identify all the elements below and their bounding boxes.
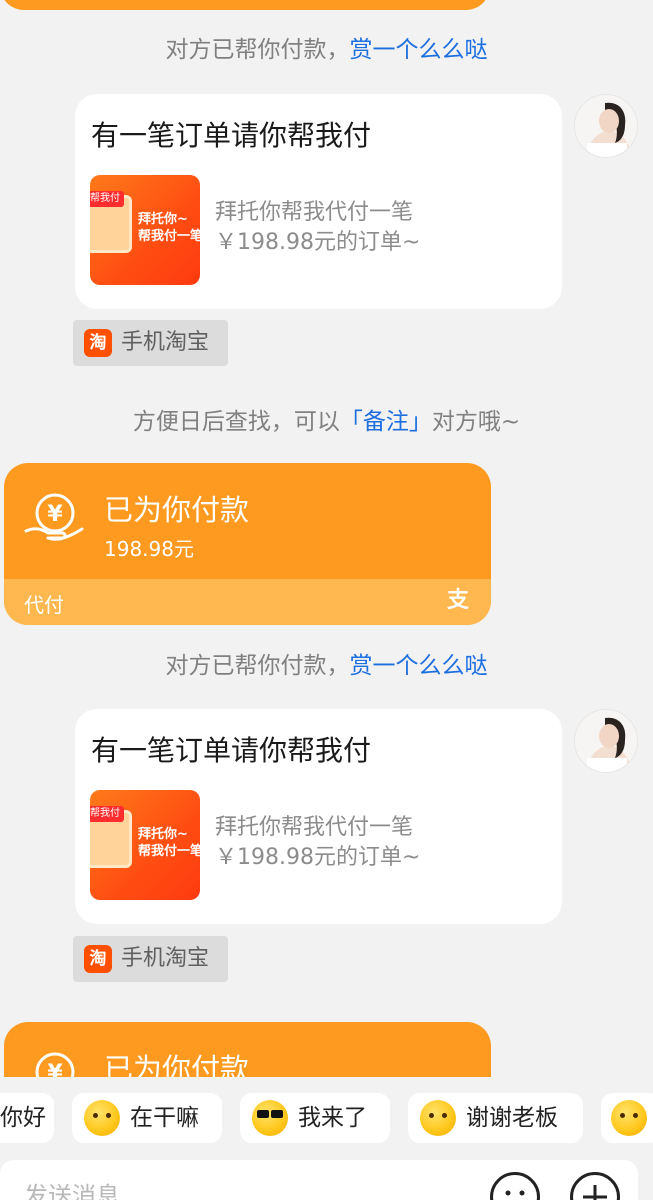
payment-notice-text: 对方已帮你付款， — [165, 653, 350, 679]
emoji-button[interactable] — [490, 1172, 540, 1200]
thanks-emoji-icon — [420, 1100, 456, 1136]
quick-reply-thanks[interactable]: 谢谢老板 — [408, 1093, 583, 1143]
thumb-line-1: 拜托你~ — [138, 827, 188, 842]
quick-reply-hello[interactable]: 你好 — [0, 1093, 54, 1143]
remark-link[interactable]: 备注 — [363, 409, 409, 435]
previous-payment-card[interactable] — [0, 0, 490, 10]
order-request-card[interactable]: 有一笔订单请你帮我付 帮我付 拜托你~ 帮我付一笔 拜托你帮我代付一笔 ￥198… — [75, 94, 562, 309]
order-title: 有一笔订单请你帮我付 — [91, 119, 372, 152]
order-thumbnail: 帮我付 拜托你~ 帮我付一笔 — [90, 790, 200, 900]
avatar-photo-icon — [575, 710, 637, 772]
payment-title: 已为你付款 — [104, 493, 250, 527]
thumb-text: 拜托你~ 帮我付一笔 — [138, 211, 200, 245]
emoji-face-icon — [505, 1190, 525, 1196]
remark-close-bracket: 」 — [408, 409, 432, 435]
quick-reply-bar: 你好 在干嘛 我来了 谢谢老板 — [0, 1077, 653, 1160]
remark-notice: 方便日后查找，可以「备注」对方哦~ — [0, 402, 653, 436]
source-label: 手机淘宝 — [121, 946, 210, 971]
payment-card[interactable]: ¥ 已为你付款 198.98元 代付 支 — [4, 463, 491, 625]
payment-amount: 198.98元 — [104, 537, 194, 561]
thumb-line-1: 拜托你~ — [138, 212, 188, 227]
taobao-icon: 淘 — [84, 945, 112, 973]
quick-reply-label: 我来了 — [298, 1105, 367, 1131]
order-thumbnail: 帮我付 拜托你~ 帮我付一笔 — [90, 175, 200, 285]
payment-notice-text: 对方已帮你付款， — [165, 37, 350, 63]
thumb-text: 拜托你~ 帮我付一笔 — [138, 826, 200, 860]
thumb-line-2: 帮我付一笔 — [138, 844, 200, 859]
reward-link[interactable]: 赏一个么么哒 — [350, 653, 488, 679]
source-app-badge[interactable]: 淘 手机淘宝 — [73, 320, 228, 366]
plus-icon — [583, 1185, 607, 1200]
quick-reply-label: 你好 — [0, 1105, 46, 1131]
sunglasses-emoji-icon — [252, 1100, 288, 1136]
taobao-icon: 淘 — [84, 329, 112, 357]
quick-reply-more[interactable] — [601, 1093, 653, 1143]
order-title: 有一笔订单请你帮我付 — [91, 734, 372, 767]
message-input[interactable] — [24, 1178, 464, 1200]
remark-prefix: 方便日后查找，可以 — [132, 409, 340, 435]
quick-reply-label: 谢谢老板 — [466, 1105, 558, 1131]
source-app-badge[interactable]: 淘 手机淘宝 — [73, 936, 228, 982]
order-desc-line-1: 拜托你帮我代付一笔 — [215, 200, 414, 225]
payment-notice: 对方已帮你付款，赏一个么么哒 — [0, 646, 653, 680]
thumb-tag: 帮我付 — [90, 191, 124, 207]
thumb-line-2: 帮我付一笔 — [138, 229, 200, 244]
quick-reply-label: 在干嘛 — [130, 1105, 199, 1131]
source-label: 手机淘宝 — [121, 330, 210, 355]
quick-reply-busy[interactable]: 在干嘛 — [72, 1093, 222, 1143]
message-input-bar — [0, 1160, 653, 1200]
reward-link[interactable]: 赏一个么么哒 — [350, 37, 488, 63]
remark-open-bracket: 「 — [339, 409, 363, 435]
remark-suffix: 对方哦~ — [431, 409, 521, 435]
order-desc-line-2: ￥198.98元的订单~ — [215, 230, 421, 255]
avatar-photo-icon — [575, 95, 637, 157]
order-request-card[interactable]: 有一笔订单请你帮我付 帮我付 拜托你~ 帮我付一笔 拜托你帮我代付一笔 ￥198… — [75, 709, 562, 924]
order-description: 拜托你帮我代付一笔 ￥198.98元的订单~ — [215, 198, 420, 258]
payment-hand-icon: ¥ — [24, 493, 84, 541]
svg-text:¥: ¥ — [47, 502, 63, 527]
avatar[interactable] — [574, 709, 638, 773]
more-button[interactable] — [570, 1172, 620, 1200]
payment-notice: 对方已帮你付款，赏一个么么哒 — [0, 30, 653, 64]
thumb-tag: 帮我付 — [90, 806, 124, 822]
smile-emoji-icon — [611, 1100, 647, 1136]
busy-emoji-icon — [84, 1100, 120, 1136]
order-desc-line-2: ￥198.98元的订单~ — [215, 845, 421, 870]
message-input-box — [0, 1160, 638, 1200]
order-desc-line-1: 拜托你帮我代付一笔 — [215, 815, 414, 840]
payment-card-footer: 代付 支 — [4, 579, 491, 625]
alipay-icon: 支 — [446, 588, 469, 613]
avatar[interactable] — [574, 94, 638, 158]
quick-reply-coming[interactable]: 我来了 — [240, 1093, 390, 1143]
payment-footer-label: 代付 — [24, 593, 64, 617]
order-description: 拜托你帮我代付一笔 ￥198.98元的订单~ — [215, 813, 420, 873]
